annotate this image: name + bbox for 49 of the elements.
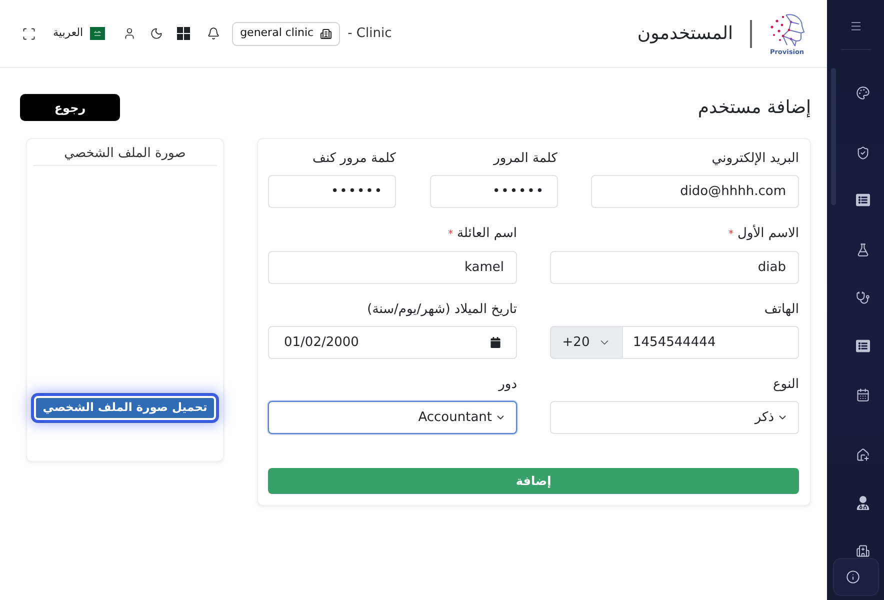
clinic-label: - Clinic [348,24,392,43]
field-label: الاسم الأول * [728,225,799,243]
house-plus-icon[interactable] [856,448,870,462]
calendar-icon[interactable] [856,388,870,402]
field-label: البريد الإلكتروني [712,150,799,168]
select-field[interactable]: Accountant [268,401,517,434]
stethoscope-icon[interactable] [856,291,870,306]
text-field[interactable]: dido@hhhh.com [591,175,799,208]
scrollbar-thumb[interactable] [831,68,836,205]
bell-icon[interactable] [207,27,220,40]
field-label: الهاتف [764,301,799,319]
back-button[interactable]: رجوع [20,94,120,121]
building-icon [320,28,332,40]
card-title: صورة الملف الشخصي [64,145,186,163]
field-label: النوع [773,376,799,394]
shield-check-icon[interactable] [856,146,870,160]
clinic-selector[interactable]: general clinic [232,22,340,46]
upload-photo-button[interactable]: تحميل صورة الملف الشخصي [31,393,219,423]
page-heading: المستخدمون [637,22,733,46]
info-icon [846,570,860,584]
language-label[interactable]: العربية [53,25,84,42]
password-field[interactable]: •••••• [268,175,396,208]
field-label: اسم العائلة * [448,225,517,243]
flask-icon[interactable] [856,243,870,258]
list-icon[interactable] [856,193,870,208]
page-title: إضافة مستخدم [698,96,811,120]
select-field[interactable]: ذكر [550,401,799,434]
list-icon[interactable] [856,339,870,354]
grid-icon[interactable] [177,27,190,40]
user-icon[interactable] [123,27,136,40]
fullscreen-icon[interactable] [22,26,36,40]
text-field[interactable]: kamel [268,251,517,284]
field-label: كلمة المرور [494,150,558,168]
date-field[interactable]: 01/02/2000 [268,326,517,359]
hospital-icon[interactable] [856,544,870,558]
palette-icon[interactable] [856,86,870,100]
country-code-select[interactable]: +20 [550,326,623,359]
field-label: كلمة مرور كنف [312,150,396,168]
field-label: تاريخ الميلاد (شهر/يوم/سنة) [367,301,517,319]
phone-field[interactable]: 1454544444 [623,326,799,359]
password-field[interactable]: •••••• [430,175,558,208]
field-label: دور [498,376,517,394]
info-button[interactable] [832,558,878,596]
calendar-icon[interactable] [490,337,501,348]
text-field[interactable]: diab [550,251,799,284]
moon-icon[interactable] [150,27,164,40]
network-head-icon [769,12,805,48]
flag-icon [90,27,106,40]
doctor-icon[interactable] [856,496,870,510]
